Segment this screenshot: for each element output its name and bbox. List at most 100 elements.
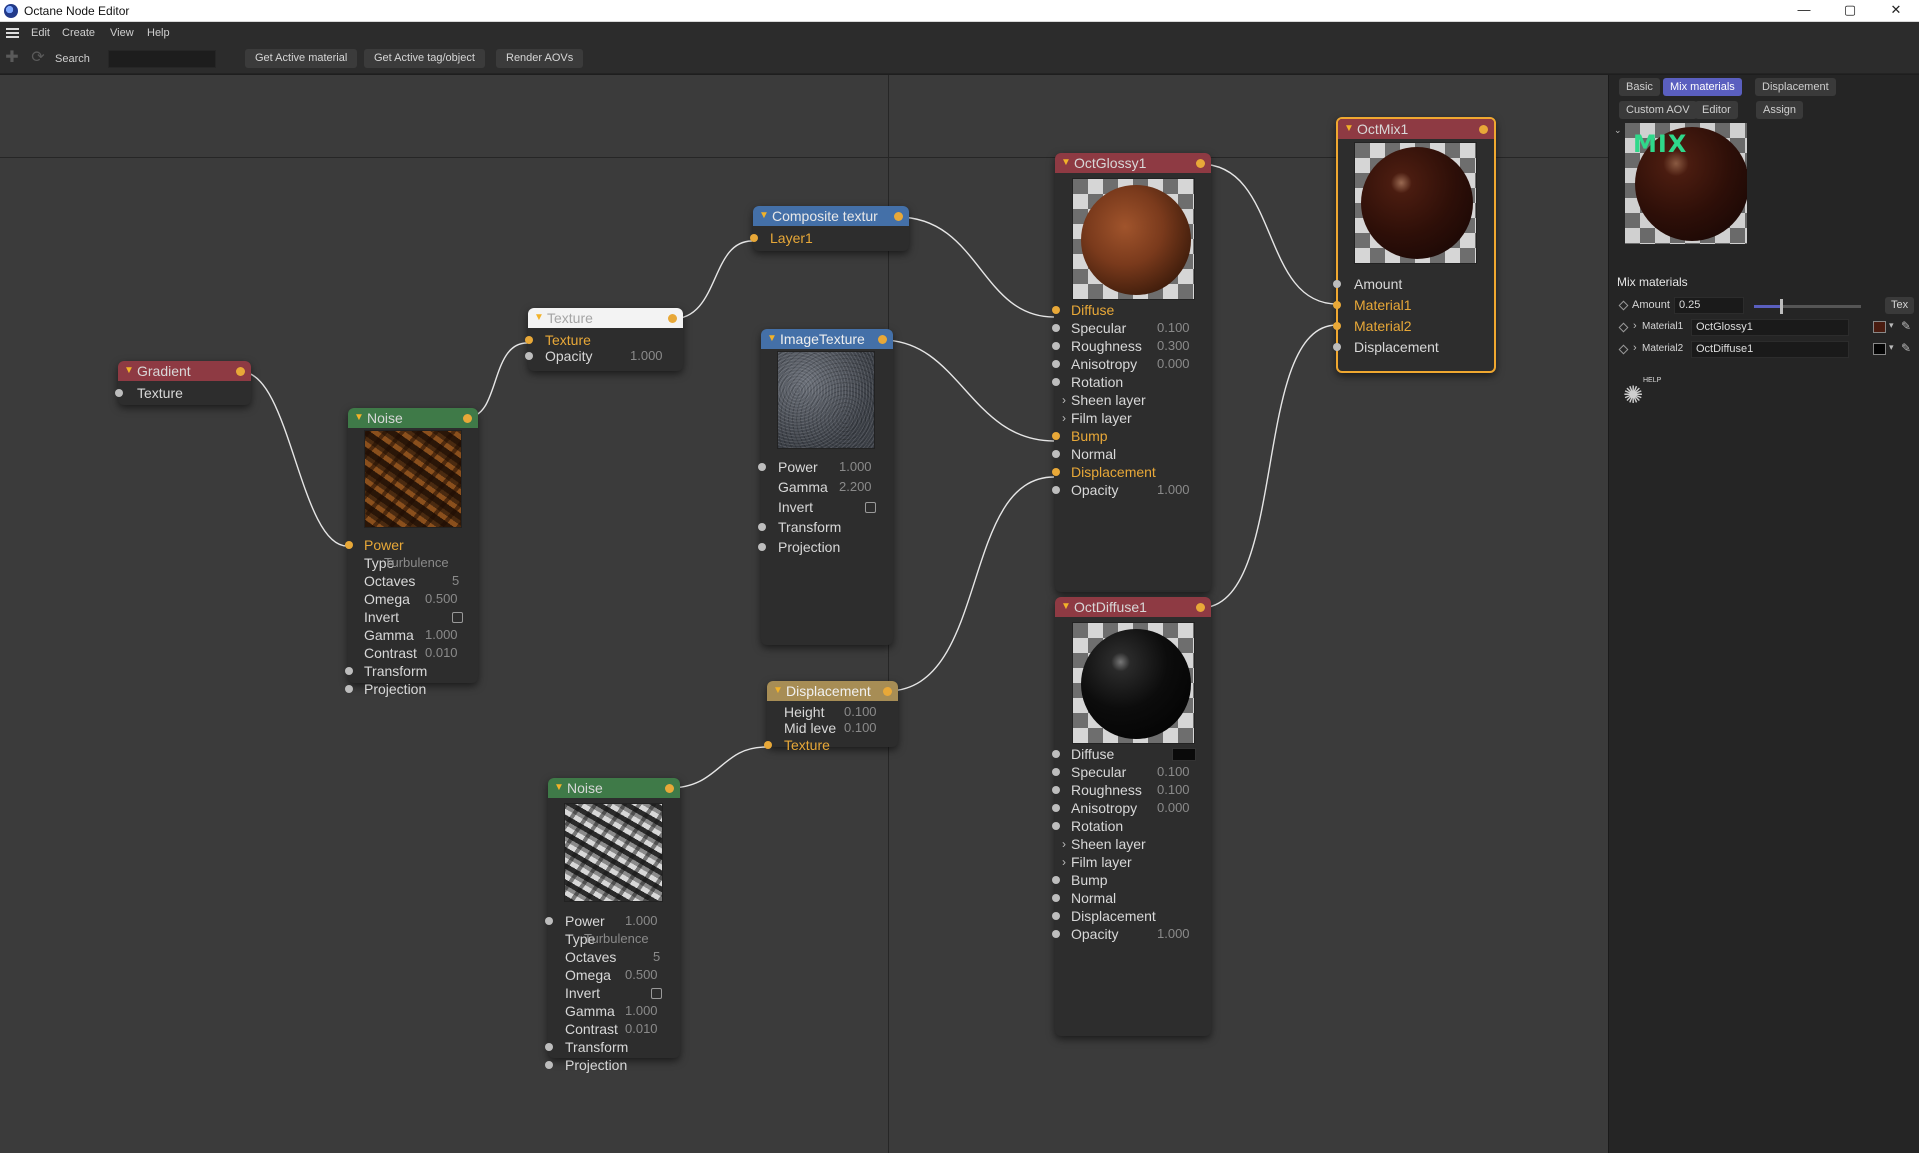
input-port[interactable] — [1052, 432, 1060, 440]
param-row-omega[interactable]: Omega 0.500 — [348, 590, 478, 608]
param-row-opacity[interactable]: Opacity 1.000 — [1052, 481, 1211, 499]
menu-create[interactable]: Create — [62, 27, 95, 39]
input-port[interactable] — [545, 917, 553, 925]
invert-checkbox[interactable] — [452, 612, 463, 623]
param-value[interactable]: 1.000 — [625, 1002, 658, 1020]
expand-chevron-icon[interactable]: › — [1062, 391, 1066, 409]
input-port[interactable] — [1333, 301, 1341, 309]
param-row-mid-level[interactable]: Mid leve 0.100 — [767, 719, 898, 737]
octglossy-material-node[interactable]: ▼ OctGlossy1 Diffuse Specular 0.100 Roug… — [1052, 153, 1211, 592]
param-row-gamma[interactable]: Gamma 1.000 — [548, 1002, 680, 1020]
add-node-icon[interactable]: ✚ — [3, 49, 21, 67]
param-row-opacity[interactable]: Opacity 1.000 — [1052, 925, 1211, 943]
input-port[interactable] — [545, 1061, 553, 1069]
input-port[interactable] — [1333, 280, 1341, 288]
collapse-triangle-icon[interactable]: ▼ — [1061, 597, 1071, 617]
noise-node-1[interactable]: ▼ Noise Power Type Turbulence Octaves 5 … — [345, 408, 478, 697]
amount-slider[interactable] — [1754, 299, 1861, 314]
material2-link-field[interactable]: OctDiffuse1 — [1691, 341, 1849, 358]
menu-edit[interactable]: Edit — [31, 27, 50, 39]
close-button[interactable]: ✕ — [1873, 0, 1919, 22]
param-row-gamma[interactable]: Gamma 1.000 — [348, 626, 478, 644]
noise-node-header[interactable]: ▼ Noise — [548, 778, 680, 798]
param-row-invert[interactable]: Invert — [348, 608, 478, 626]
param-row-anisotropy[interactable]: Anisotropy 0.000 — [1052, 799, 1211, 817]
input-port[interactable] — [1052, 324, 1060, 332]
input-port[interactable] — [1052, 450, 1060, 458]
expand-chevron-icon[interactable]: › — [1633, 342, 1637, 354]
expand-chevron-icon[interactable]: › — [1062, 409, 1066, 427]
image-texture-node[interactable]: ▼ ImageTexture Power 1.000 Gamma 2.200 I… — [758, 329, 893, 645]
diffuse-color-swatch[interactable] — [1172, 748, 1196, 761]
octane-help-icon[interactable]: ✺ HELP — [1623, 377, 1661, 411]
input-port[interactable] — [345, 541, 353, 549]
render-aovs-button[interactable]: Render AOVs — [496, 49, 584, 68]
param-row-type[interactable]: Type Turbulence — [348, 554, 478, 572]
input-port[interactable] — [764, 741, 772, 749]
param-value[interactable]: 0.100 — [1157, 763, 1190, 781]
composite-texture-node-header[interactable]: ▼ Composite textur — [753, 206, 909, 226]
collapse-triangle-icon[interactable]: ▼ — [767, 329, 777, 349]
output-port[interactable] — [878, 335, 887, 344]
keyframe-diamond-icon[interactable] — [1618, 300, 1629, 311]
param-value[interactable]: 1.000 — [425, 626, 458, 644]
noise-node-header[interactable]: ▼ Noise — [348, 408, 478, 428]
param-value[interactable]: 5 — [452, 572, 459, 590]
param-value[interactable]: 0.100 — [844, 719, 877, 737]
gradient-node-header[interactable]: ▼ Gradient — [118, 361, 251, 381]
param-row-specular[interactable]: Specular 0.100 — [1052, 763, 1211, 781]
get-active-material-button[interactable]: Get Active material — [245, 49, 358, 68]
collapse-triangle-icon[interactable]: ▼ — [1344, 119, 1354, 139]
param-value[interactable]: 0.010 — [425, 644, 458, 662]
tab-editor[interactable]: Editor — [1695, 101, 1738, 119]
param-value[interactable]: 5 — [653, 948, 660, 966]
collapse-preview-chevron-icon[interactable]: ⌄ — [1614, 125, 1622, 136]
tab-custom-aov[interactable]: Custom AOV — [1619, 101, 1697, 119]
pencil-icon[interactable]: ✎ — [1901, 341, 1911, 355]
output-port[interactable] — [1196, 603, 1205, 612]
param-value[interactable]: 0.000 — [1157, 799, 1190, 817]
param-value[interactable]: 1.000 — [630, 347, 663, 365]
input-port[interactable] — [758, 523, 766, 531]
tab-displacement[interactable]: Displacement — [1755, 78, 1836, 96]
param-value[interactable]: 0.100 — [1157, 781, 1190, 799]
keyframe-diamond-icon[interactable] — [1618, 344, 1629, 355]
invert-checkbox[interactable] — [651, 988, 662, 999]
noise-node-2[interactable]: ▼ Noise Power 1.000 Type Turbulence Octa… — [545, 778, 680, 1073]
input-port[interactable] — [1052, 930, 1060, 938]
input-port[interactable] — [750, 234, 758, 242]
param-value[interactable]: 0.500 — [625, 966, 658, 984]
expand-chevron-icon[interactable]: › — [1062, 835, 1066, 853]
octdiffuse-material-node[interactable]: ▼ OctDiffuse1 Diffuse Specular 0.100 Rou… — [1052, 597, 1211, 1036]
param-row-specular[interactable]: Specular 0.100 — [1052, 319, 1211, 337]
input-port[interactable] — [1052, 342, 1060, 350]
type-dropdown[interactable]: Turbulence — [584, 930, 649, 948]
group-film-layer[interactable]: › Film layer — [1055, 409, 1211, 427]
group-sheen-layer[interactable]: › Sheen layer — [1055, 391, 1211, 409]
input-row-power[interactable]: Power 1.000 — [545, 912, 680, 930]
tab-basic[interactable]: Basic — [1619, 78, 1660, 96]
octglossy-node-header[interactable]: ▼ OctGlossy1 — [1055, 153, 1211, 173]
invert-checkbox[interactable] — [865, 502, 876, 513]
collapse-triangle-icon[interactable]: ▼ — [773, 681, 783, 701]
octmix-material-node[interactable]: ▼ OctMix1 Amount Material1 Material2 Dis… — [1333, 117, 1496, 373]
param-value[interactable]: 0.300 — [1157, 337, 1190, 355]
param-value[interactable]: 0.000 — [1157, 355, 1190, 373]
param-value[interactable]: 1.000 — [1157, 925, 1190, 943]
input-port[interactable] — [345, 667, 353, 675]
composite-texture-node[interactable]: ▼ Composite textur Layer1 — [750, 206, 909, 251]
input-port[interactable] — [1052, 378, 1060, 386]
output-port[interactable] — [668, 314, 677, 323]
dropdown-arrow-icon[interactable]: ▾ — [1889, 342, 1894, 353]
input-port[interactable] — [1052, 486, 1060, 494]
input-port[interactable] — [1052, 822, 1060, 830]
search-input[interactable] — [108, 50, 216, 68]
output-port[interactable] — [665, 784, 674, 793]
param-value[interactable]: 0.100 — [1157, 319, 1190, 337]
minimize-button[interactable]: — — [1781, 0, 1827, 22]
maximize-button[interactable]: ▢ — [1827, 0, 1873, 22]
tab-assign[interactable]: Assign — [1756, 101, 1804, 119]
param-row-octaves[interactable]: Octaves 5 — [548, 948, 680, 966]
collapse-triangle-icon[interactable]: ▼ — [534, 308, 544, 328]
param-row-contrast[interactable]: Contrast 0.010 — [548, 1020, 680, 1038]
